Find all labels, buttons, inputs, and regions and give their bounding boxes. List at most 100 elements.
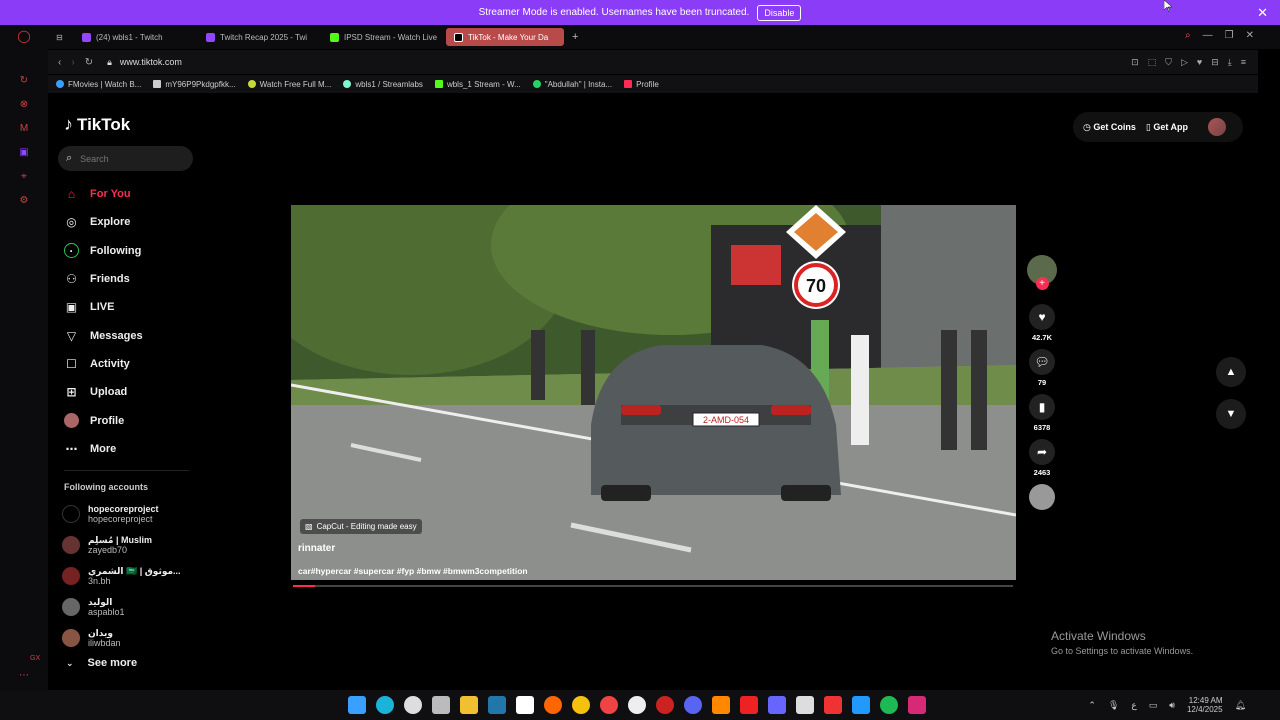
- menu-more[interactable]: ⋯ More: [64, 435, 143, 463]
- reload-icon[interactable]: ↻: [85, 57, 93, 68]
- menu-live[interactable]: ▣ LIVE: [64, 293, 143, 321]
- discord-icon[interactable]: [684, 696, 702, 714]
- creator-avatar-button[interactable]: +: [1027, 255, 1057, 290]
- menu-profile[interactable]: Profile: [64, 406, 143, 434]
- more-dots-icon[interactable]: ⋯: [17, 668, 31, 682]
- tab-overview-icon[interactable]: ⊟: [48, 28, 74, 46]
- clock[interactable]: 12:49 AM 12/4/2025: [1187, 696, 1223, 714]
- menu-activity[interactable]: ☐ Activity: [64, 350, 143, 378]
- close-window-icon[interactable]: ✕: [1246, 30, 1254, 41]
- snapshot-icon[interactable]: ⬚: [1148, 57, 1157, 68]
- save-button[interactable]: ▮ 6378: [1029, 394, 1055, 432]
- language-icon[interactable]: ع: [1131, 700, 1136, 711]
- store-icon[interactable]: [432, 696, 450, 714]
- play-icon[interactable]: ▷: [1181, 57, 1188, 68]
- disable-button[interactable]: Disable: [757, 4, 802, 21]
- maximize-icon[interactable]: ❐: [1225, 30, 1234, 41]
- bookmark-profile[interactable]: Profile: [624, 80, 659, 89]
- next-video-button[interactable]: ▼: [1216, 399, 1246, 429]
- search-box[interactable]: ⌕: [58, 146, 193, 171]
- menu-for-you[interactable]: ⌂ For You: [64, 180, 143, 208]
- capcut-app-icon[interactable]: [796, 696, 814, 714]
- spotify-icon[interactable]: [880, 696, 898, 714]
- url-text[interactable]: www.tiktok.com: [120, 57, 182, 67]
- get-coins-button[interactable]: ◷ Get Coins: [1083, 122, 1136, 133]
- pin-icon[interactable]: ⌖: [17, 169, 31, 183]
- app-b-icon[interactable]: [740, 696, 758, 714]
- epic-icon[interactable]: [516, 696, 534, 714]
- video-author[interactable]: rinnater: [298, 543, 335, 554]
- tab-2[interactable]: Twitch Recap 2025 - Twi: [198, 28, 322, 46]
- bookmark-doc[interactable]: mY96P9Pkdgpfkk...: [153, 80, 236, 89]
- network-icon[interactable]: ▭: [1149, 700, 1158, 711]
- account-item[interactable]: مُسلِم | Muslim zayedb70: [62, 529, 181, 560]
- soundcloud-icon[interactable]: [544, 696, 562, 714]
- folder-icon[interactable]: [460, 696, 478, 714]
- forward-icon[interactable]: ›: [71, 57, 74, 68]
- account-item[interactable]: الوليد aspablo1: [62, 591, 181, 622]
- menu-explore[interactable]: ◎ Explore: [64, 208, 143, 236]
- volume-icon[interactable]: 🔊︎: [1169, 700, 1175, 711]
- chrome-icon[interactable]: [572, 696, 590, 714]
- sound-disc-button[interactable]: [1029, 484, 1055, 510]
- account-item[interactable]: ويدان iliwbdan: [62, 622, 181, 653]
- bookmark-kick[interactable]: wbls_1 Stream - W...: [434, 80, 521, 89]
- opera-gx-icon[interactable]: [656, 696, 674, 714]
- heart-icon[interactable]: ♥: [1197, 57, 1202, 68]
- instagram-icon[interactable]: [908, 696, 926, 714]
- wallet-icon[interactable]: ⊟: [1211, 57, 1219, 68]
- menu-friends[interactable]: ⚇ Friends: [64, 265, 143, 293]
- pin-tool-icon[interactable]: ⊡: [1131, 57, 1139, 68]
- steam-icon[interactable]: [488, 696, 506, 714]
- bookmark-instagram[interactable]: "Abdullah" | Insta...: [532, 80, 612, 89]
- tiktok-logo[interactable]: ♪ TikTok: [64, 114, 130, 135]
- back-icon[interactable]: ‹: [58, 57, 61, 68]
- bookmark-fmovies[interactable]: FMovies | Watch B...: [56, 80, 141, 89]
- history-icon[interactable]: ↻: [17, 73, 31, 87]
- tab-4-active[interactable]: TikTok - Make Your Da: [446, 28, 564, 46]
- app-a-icon[interactable]: [712, 696, 730, 714]
- get-app-button[interactable]: ▯ Get App: [1146, 122, 1188, 133]
- capcut-badge[interactable]: ▧ CapCut - Editing made easy: [300, 519, 422, 534]
- follow-plus-icon[interactable]: +: [1035, 277, 1049, 290]
- shield-icon[interactable]: ⛉: [1165, 57, 1172, 68]
- video-progress-bar[interactable]: [293, 585, 1013, 587]
- menu-upload[interactable]: ⊞ Upload: [64, 378, 143, 406]
- mic-icon[interactable]: 🎙︎: [1108, 700, 1119, 711]
- tab-3[interactable]: IPSD Stream - Watch Live: [322, 28, 446, 46]
- tab-1[interactable]: (24) wbls1 - Twitch: [74, 28, 198, 46]
- see-more-button[interactable]: ⌄ See more: [66, 657, 137, 669]
- minimize-icon[interactable]: —: [1203, 30, 1213, 41]
- user-avatar[interactable]: [1208, 118, 1226, 136]
- share-button[interactable]: ➦ 2463: [1029, 439, 1055, 477]
- comment-button[interactable]: 💬︎ 79: [1029, 349, 1055, 387]
- new-tab-button[interactable]: +: [564, 28, 584, 46]
- search-tabs-icon[interactable]: ⌕: [1185, 30, 1191, 41]
- twitch-icon[interactable]: ▣: [17, 145, 31, 159]
- account-item[interactable]: الشمري 🇸🇦 | موثوق... 3n.bh: [62, 560, 181, 591]
- menu-messages[interactable]: ▽ Messages: [64, 321, 143, 349]
- mail-icon[interactable]: M: [17, 121, 31, 135]
- menu-following[interactable]: · Following: [64, 237, 143, 265]
- settings-icon[interactable]: ⚙: [17, 193, 31, 207]
- app-d-icon[interactable]: [824, 696, 842, 714]
- download-icon[interactable]: ⤓: [1228, 57, 1232, 68]
- edge-icon[interactable]: [376, 696, 394, 714]
- notification-bell-icon[interactable]: 🔔︎: [1235, 700, 1246, 711]
- chrome-alt-icon[interactable]: [600, 696, 618, 714]
- search-input[interactable]: [80, 153, 181, 164]
- like-button[interactable]: ♥ 42.7K: [1029, 304, 1055, 342]
- video-caption[interactable]: car#hypercar #supercar #fyp #bmw #bmwm3c…: [298, 566, 528, 576]
- previous-video-button[interactable]: ▲: [1216, 357, 1246, 387]
- app-c-icon[interactable]: [768, 696, 786, 714]
- settings-icon[interactable]: [404, 696, 422, 714]
- bookmark-streamlabs[interactable]: wbls1 / Streamlabs: [343, 80, 423, 89]
- close-icon[interactable]: ✕: [1257, 5, 1268, 21]
- video-player[interactable]: 70 2-AMD-054 ▧ CapCut - Editing made eas…: [291, 205, 1016, 580]
- start-icon[interactable]: [348, 696, 366, 714]
- account-item[interactable]: hopecoreproject hopecoreproject: [62, 498, 181, 529]
- app-e-icon[interactable]: [852, 696, 870, 714]
- obs-icon[interactable]: [628, 696, 646, 714]
- menu-icon[interactable]: ≡: [1241, 57, 1246, 68]
- bookmark-watch-free[interactable]: Watch Free Full M...: [247, 80, 331, 89]
